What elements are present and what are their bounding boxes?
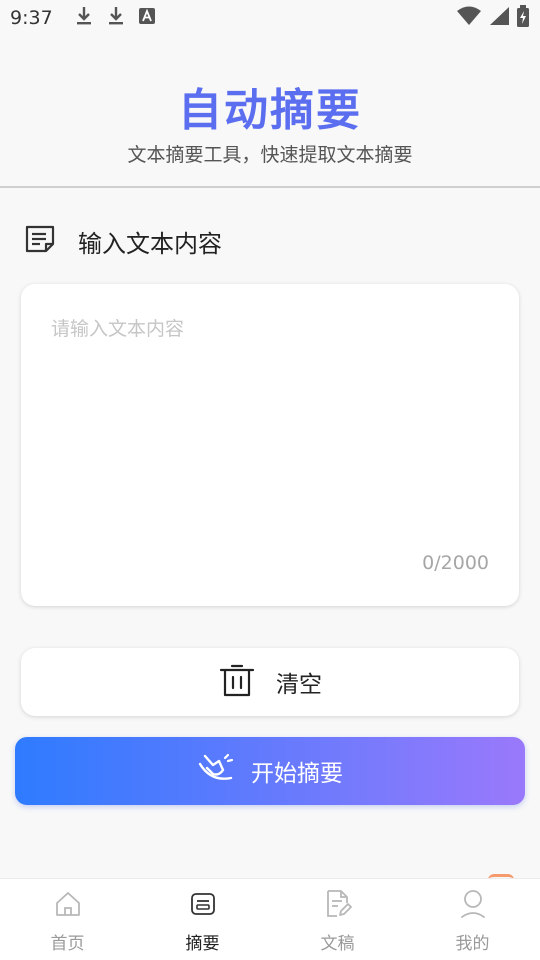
nav-item-home[interactable]: 首页 — [0, 879, 135, 960]
status-bar: 9:37 — [0, 0, 540, 36]
download-icon — [75, 6, 93, 30]
start-summary-button[interactable]: 开始摘要 — [15, 737, 525, 805]
wifi-icon — [456, 6, 482, 30]
nav-item-summary[interactable]: 摘要 — [135, 879, 270, 960]
nav-label-profile: 我的 — [455, 934, 490, 954]
document-edit-icon — [324, 889, 352, 919]
nav-label-documents: 文稿 — [320, 934, 355, 954]
screen: 9:37 自动摘要 文本摘要工具，快速提取文本摘要 输入文本内容 请输入文本内容… — [0, 0, 540, 960]
download-icon — [107, 6, 125, 30]
battery-charging-icon — [516, 5, 530, 31]
page-title: 自动摘要 — [178, 85, 362, 136]
nav-label-home: 首页 — [50, 934, 85, 954]
nav-label-summary: 摘要 — [185, 934, 220, 954]
summary-list-icon — [189, 889, 217, 919]
status-system-icons — [456, 5, 530, 31]
text-input[interactable] — [51, 314, 491, 544]
text-input-card: 0/2000 — [21, 284, 519, 606]
document-lines-icon — [24, 224, 56, 258]
nav-item-profile[interactable]: 我的 — [405, 879, 540, 960]
font-a-icon — [138, 8, 155, 28]
magic-hand-icon — [197, 752, 235, 790]
bottom-nav: 首页 摘要 文稿 我的 — [0, 878, 540, 960]
char-count: 0/2000 — [422, 552, 489, 574]
user-icon — [459, 889, 487, 919]
trash-icon — [218, 661, 256, 703]
status-time: 9:37 — [10, 7, 53, 29]
clear-button-label: 清空 — [276, 672, 322, 698]
nav-item-documents[interactable]: 文稿 — [270, 879, 405, 960]
home-icon — [54, 889, 82, 919]
start-summary-button-label: 开始摘要 — [251, 761, 343, 787]
cellular-signal-icon — [488, 6, 510, 30]
status-notification-icons — [75, 6, 155, 30]
input-section-header: 输入文本内容 — [24, 222, 222, 260]
header: 自动摘要 文本摘要工具，快速提取文本摘要 — [0, 84, 540, 168]
header-divider — [0, 186, 540, 188]
input-section-title: 输入文本内容 — [78, 229, 222, 258]
page-subtitle: 文本摘要工具，快速提取文本摘要 — [127, 144, 413, 166]
clear-button[interactable]: 清空 — [21, 648, 519, 716]
